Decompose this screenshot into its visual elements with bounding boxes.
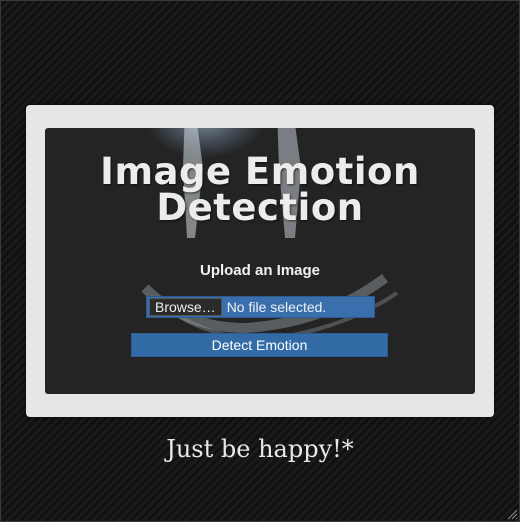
page-title-line2: Detection — [156, 186, 364, 229]
file-status-text: No file selected. — [226, 299, 327, 315]
resize-grip-icon[interactable] — [506, 508, 518, 520]
page-title: Image Emotion Detection — [45, 150, 475, 229]
page-title-line1: Image Emotion — [100, 150, 420, 193]
tagline: Just be happy!* — [166, 435, 354, 463]
browse-button[interactable]: Browse… — [149, 298, 222, 316]
detect-emotion-button[interactable]: Detect Emotion — [131, 333, 388, 357]
upload-card: Image Emotion Detection Upload an Image … — [26, 105, 494, 417]
file-input[interactable]: Browse… No file selected. — [146, 296, 375, 318]
upload-panel: Image Emotion Detection Upload an Image … — [45, 128, 475, 394]
upload-label: Upload an Image — [199, 262, 321, 279]
